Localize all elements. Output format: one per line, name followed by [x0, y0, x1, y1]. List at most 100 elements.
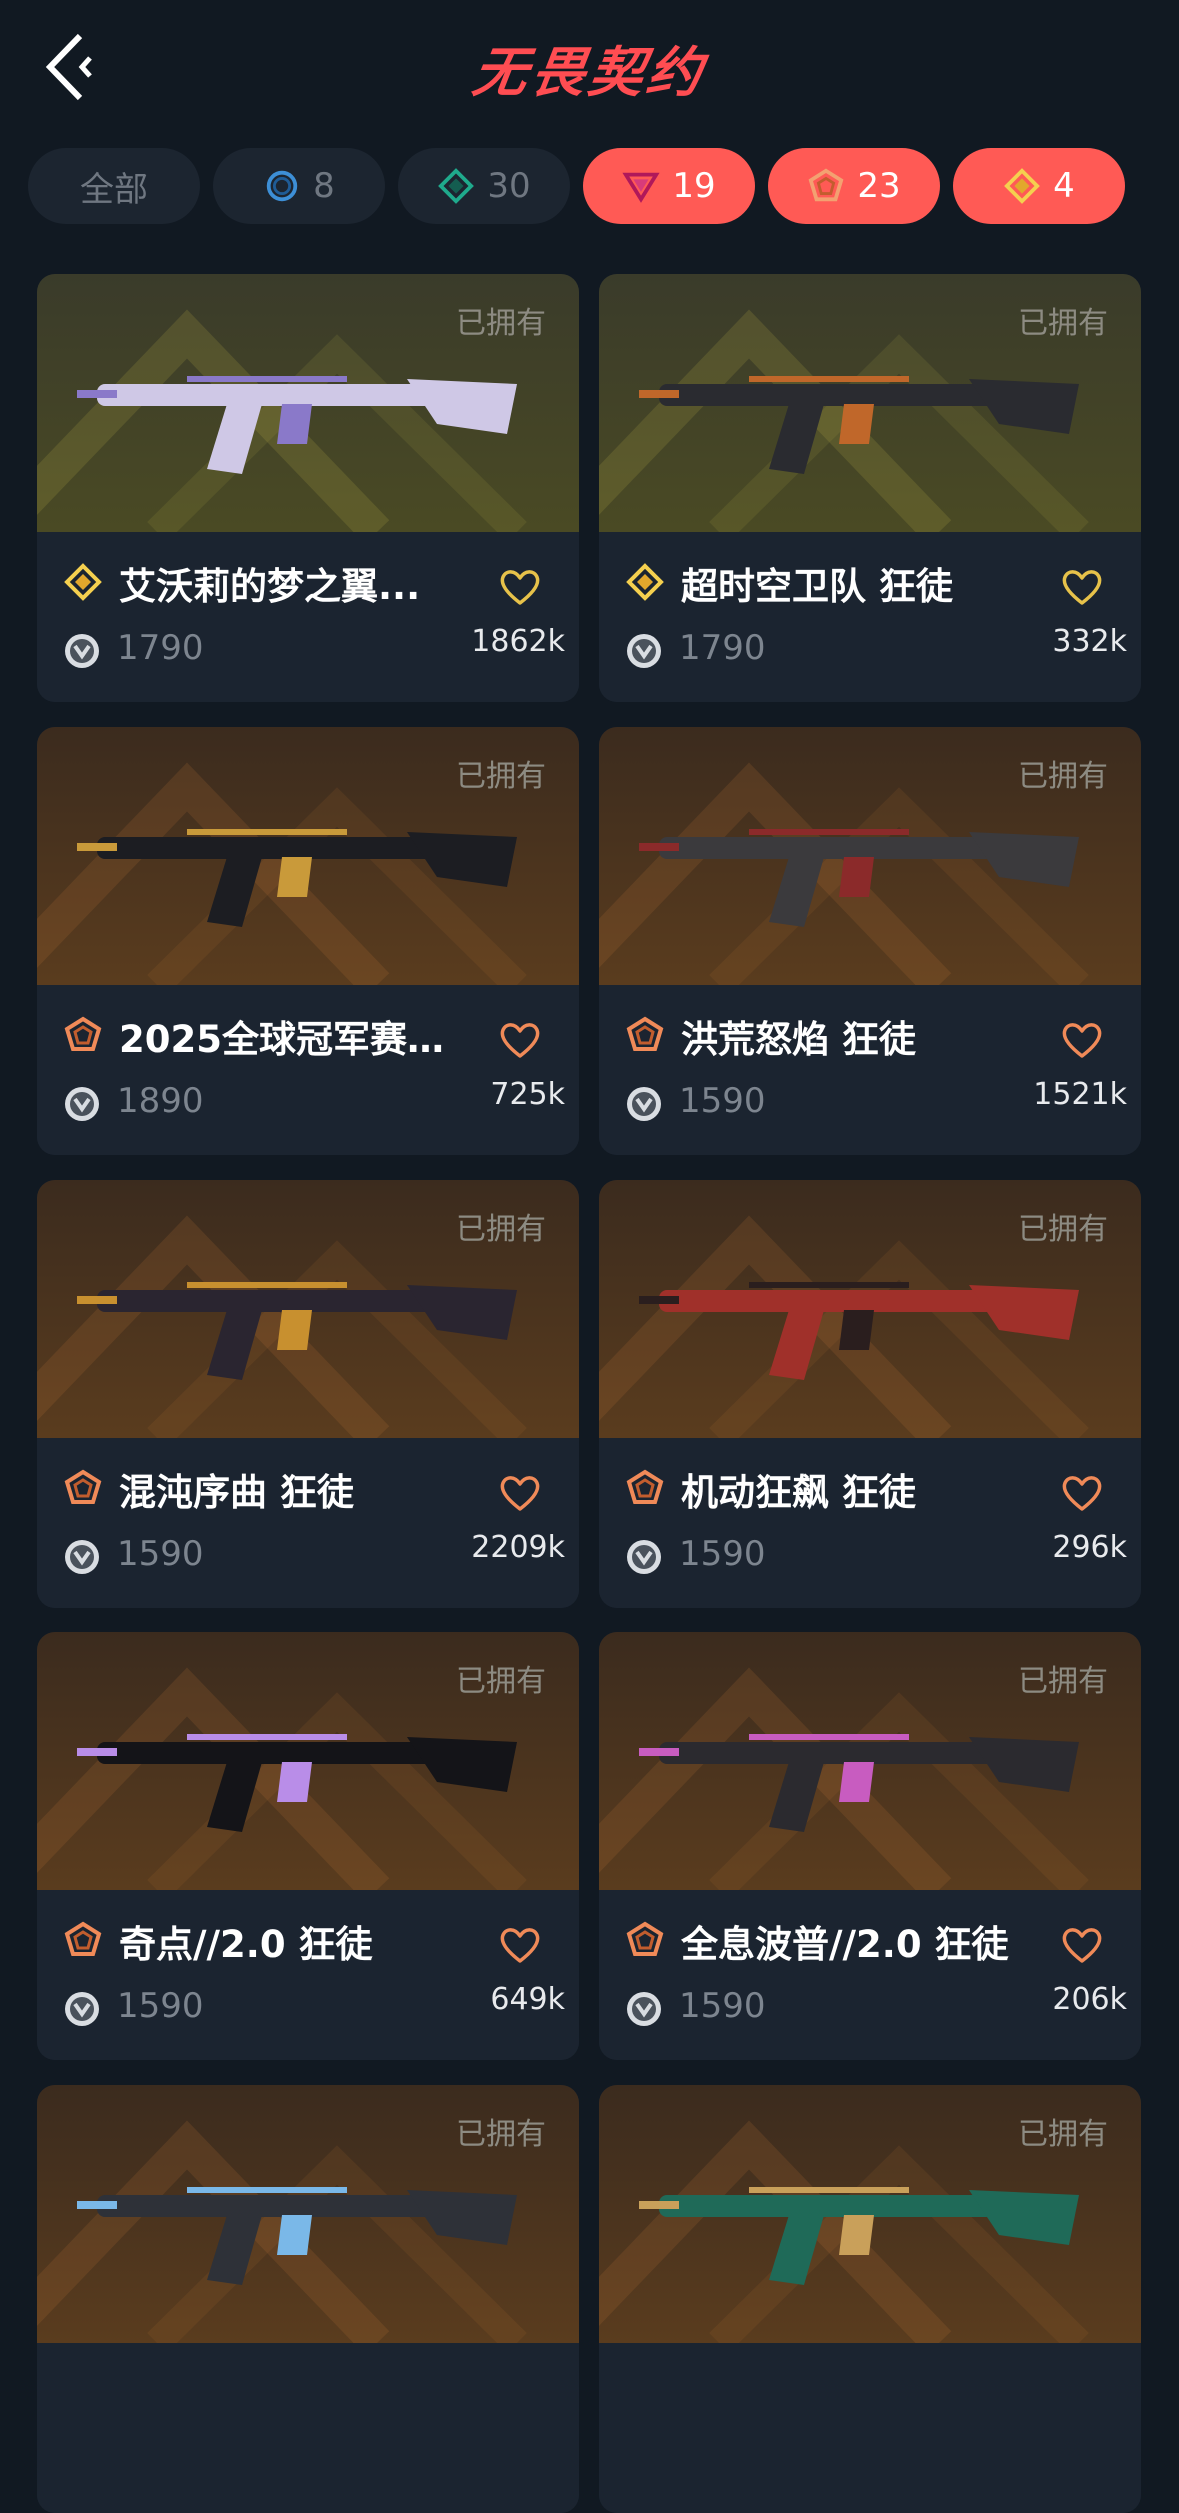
ultra-tier-icon: [626, 563, 664, 601]
skin-card[interactable]: 已拥有 2025全球冠军赛... 1890 725k: [37, 727, 579, 1155]
skin-name: 奇点//2.0 狂徒: [119, 1923, 373, 1966]
skin-info: 机动狂飙 狂徒 1590 296k: [599, 1438, 1141, 1608]
skin-name: 2025全球冠军赛...: [119, 1018, 449, 1061]
skin-preview: 已拥有: [37, 2085, 579, 2343]
filter-deluxe-chip[interactable]: 30: [398, 148, 570, 224]
skin-card[interactable]: 已拥有 洪荒怒焰 狂徒 1590 1521k: [599, 727, 1141, 1155]
skin-preview: 已拥有: [599, 2085, 1141, 2343]
exclusive-tier-icon: [64, 1016, 102, 1051]
skin-preview: 已拥有: [599, 274, 1141, 532]
skin-info: 超时空卫队 狂徒 1790 332k: [599, 532, 1141, 702]
skin-price: 1590: [679, 1081, 766, 1121]
skin-preview: 已拥有: [599, 727, 1141, 985]
ultra-tier-icon: [64, 563, 102, 601]
skin-preview: 已拥有: [599, 1180, 1141, 1438]
weapon-image: [77, 376, 517, 474]
heart-icon[interactable]: [1061, 1021, 1103, 1059]
skin-preview: 已拥有: [37, 1632, 579, 1890]
skin-card[interactable]: 已拥有 艾沃莉的梦之翼... 1790 1862k: [37, 274, 579, 702]
skin-preview: 已拥有: [37, 727, 579, 985]
skin-price: 1790: [679, 628, 766, 668]
owned-label: 已拥有: [1018, 1212, 1108, 1247]
vp-currency-icon: [627, 634, 661, 668]
filter-all-chip[interactable]: 全部: [28, 148, 200, 224]
weapon-image: [639, 1734, 1079, 1832]
skin-card[interactable]: 已拥有 机动狂飙 狂徒 1590 296k: [599, 1180, 1141, 1608]
skin-price: 1790: [117, 628, 204, 668]
heart-icon[interactable]: [499, 568, 541, 606]
filter-select-chip[interactable]: 8: [213, 148, 385, 224]
skin-card[interactable]: 已拥有 超时空卫队 狂徒 1790 332k: [599, 274, 1141, 702]
owned-label: 已拥有: [456, 306, 546, 341]
exclusive-tier-icon: [626, 1469, 664, 1504]
skin-price: 1590: [117, 1534, 204, 1574]
heart-icon[interactable]: [1061, 1474, 1103, 1512]
owned-label: 已拥有: [1018, 1664, 1108, 1699]
skin-name: 全息波普//2.0 狂徒: [681, 1923, 1009, 1966]
weapon-image: [639, 1282, 1079, 1380]
skin-info: 全息波普//2.0 狂徒 1590 206k: [599, 1890, 1141, 2060]
page-title: 无畏契约: [468, 41, 710, 104]
skin-price: 1590: [117, 1986, 204, 2026]
weapon-image: [77, 1734, 517, 1832]
skin-price: 1590: [679, 1986, 766, 2026]
skin-name: 超时空卫队 狂徒: [681, 565, 953, 608]
skin-info: 混沌序曲 狂徒 1590 2209k: [37, 1438, 579, 1608]
skin-preview: 已拥有: [599, 1632, 1141, 1890]
filter-premium-chip[interactable]: 19: [583, 148, 755, 224]
owned-label: 已拥有: [1018, 2117, 1108, 2152]
heart-icon[interactable]: [1061, 1926, 1103, 1964]
vp-currency-icon: [65, 1992, 99, 2026]
vp-currency-icon: [627, 1992, 661, 2026]
heart-icon[interactable]: [499, 1474, 541, 1512]
ultra-tier-icon: [1004, 168, 1041, 204]
like-count: 1862k: [471, 624, 565, 659]
vp-currency-icon: [627, 1540, 661, 1574]
vp-currency-icon: [65, 1087, 99, 1121]
premium-tier-icon: [622, 172, 660, 203]
exclusive-tier-icon: [64, 1469, 102, 1504]
vp-currency-icon: [65, 634, 99, 668]
filter-bar: 全部 8 30 19 23 4: [28, 148, 1158, 226]
skin-info-hidden: [599, 2343, 1141, 2513]
vp-currency-icon: [65, 1540, 99, 1574]
filter-exclusive-chip[interactable]: 23: [768, 148, 940, 224]
skin-price: 1890: [117, 1081, 204, 1121]
skin-info: 洪荒怒焰 狂徒 1590 1521k: [599, 985, 1141, 1155]
skin-card[interactable]: 已拥有: [599, 2085, 1141, 2513]
exclusive-tier-icon: [808, 168, 844, 202]
like-count: 206k: [1052, 1982, 1127, 2017]
skin-name: 艾沃莉的梦之翼...: [119, 565, 421, 608]
like-count: 332k: [1052, 624, 1127, 659]
skin-name: 洪荒怒焰 狂徒: [681, 1018, 916, 1061]
skin-price: 1590: [679, 1534, 766, 1574]
like-count: 296k: [1052, 1530, 1127, 1565]
skin-info-hidden: [37, 2343, 579, 2513]
heart-icon[interactable]: [499, 1021, 541, 1059]
exclusive-tier-icon: [626, 1921, 664, 1956]
header: 无畏契约: [0, 0, 1179, 135]
like-count: 725k: [490, 1077, 565, 1112]
weapon-image: [639, 829, 1079, 927]
skin-preview: 已拥有: [37, 274, 579, 532]
filter-ultra-chip[interactable]: 4: [953, 148, 1125, 224]
skin-card[interactable]: 已拥有 全息波普//2.0 狂徒 1590 206k: [599, 1632, 1141, 2060]
skin-name: 混沌序曲 狂徒: [119, 1471, 354, 1514]
weapon-image: [77, 2187, 517, 2285]
skin-name: 机动狂飙 狂徒: [681, 1471, 916, 1514]
vp-currency-icon: [627, 1087, 661, 1121]
heart-icon[interactable]: [1061, 568, 1103, 606]
heart-icon[interactable]: [499, 1926, 541, 1964]
owned-label: 已拥有: [456, 759, 546, 794]
skin-card[interactable]: 已拥有 奇点//2.0 狂徒 1590 649k: [37, 1632, 579, 2060]
like-count: 2209k: [471, 1530, 565, 1565]
exclusive-tier-icon: [64, 1921, 102, 1956]
owned-label: 已拥有: [1018, 759, 1108, 794]
weapon-image: [77, 829, 517, 927]
skin-info: 奇点//2.0 狂徒 1590 649k: [37, 1890, 579, 2060]
skin-card[interactable]: 已拥有 混沌序曲 狂徒 1590 2209k: [37, 1180, 579, 1608]
exclusive-tier-icon: [626, 1016, 664, 1051]
like-count: 649k: [490, 1982, 565, 2017]
skin-card[interactable]: 已拥有: [37, 2085, 579, 2513]
skin-info: 艾沃莉的梦之翼... 1790 1862k: [37, 532, 579, 702]
